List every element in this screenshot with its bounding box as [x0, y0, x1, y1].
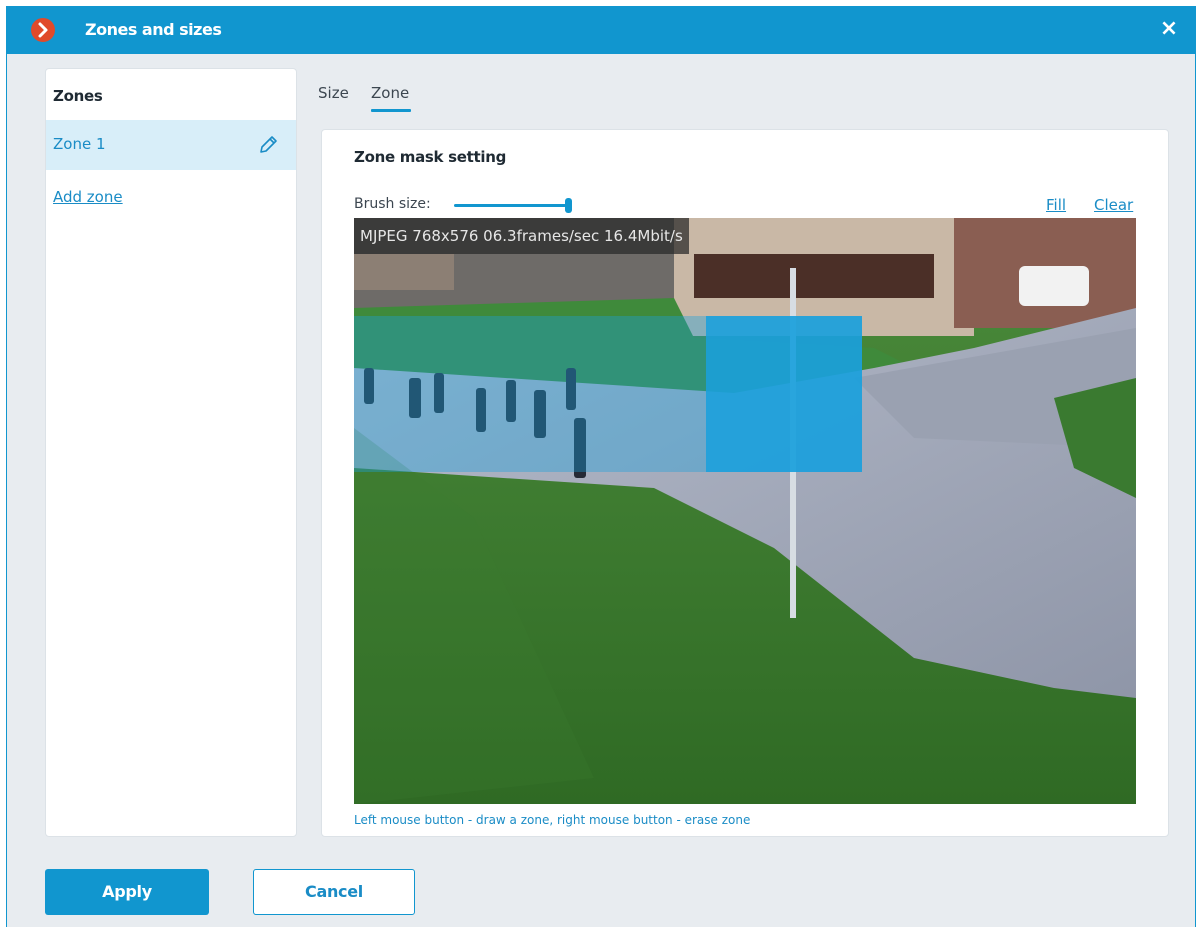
- camera-view[interactable]: MJPEG 768x576 06.3frames/sec 16.4Mbit/s: [354, 218, 1136, 804]
- dialog-window: Zones and sizes × Zones Zone 1 Add zone …: [6, 6, 1196, 927]
- drawing-hint: Left mouse button - draw a zone, right m…: [354, 813, 751, 827]
- brush-size-label: Brush size:: [354, 196, 431, 212]
- slider-track: [454, 204, 566, 207]
- zone-name: Zone 1: [53, 135, 106, 153]
- brush-size-slider[interactable]: [454, 196, 578, 214]
- close-icon[interactable]: ×: [1157, 16, 1181, 42]
- fill-link[interactable]: Fill: [1046, 196, 1066, 214]
- zone-mask-panel: Zone mask setting Brush size: Fill Clear: [321, 129, 1169, 837]
- tab-zone[interactable]: Zone: [371, 84, 409, 102]
- tab-size[interactable]: Size: [318, 84, 349, 102]
- clear-link[interactable]: Clear: [1094, 196, 1133, 214]
- zones-heading: Zones: [53, 87, 103, 105]
- window-title: Zones and sizes: [85, 20, 222, 39]
- zone-list-item[interactable]: Zone 1: [46, 120, 296, 170]
- chevron-right-icon: [31, 18, 55, 42]
- zones-panel: Zones Zone 1 Add zone: [45, 68, 297, 837]
- zone-mask-title: Zone mask setting: [354, 148, 507, 166]
- pencil-icon[interactable]: [256, 133, 280, 157]
- camera-frame-image: [354, 218, 1136, 804]
- cancel-button[interactable]: Cancel: [253, 869, 415, 915]
- slider-thumb[interactable]: [565, 198, 572, 213]
- active-tab-indicator: [371, 109, 411, 112]
- add-zone-link[interactable]: Add zone: [53, 188, 123, 206]
- apply-button[interactable]: Apply: [45, 869, 209, 915]
- title-bar: Zones and sizes ×: [7, 6, 1195, 54]
- video-stream-info: MJPEG 768x576 06.3frames/sec 16.4Mbit/s: [354, 218, 689, 254]
